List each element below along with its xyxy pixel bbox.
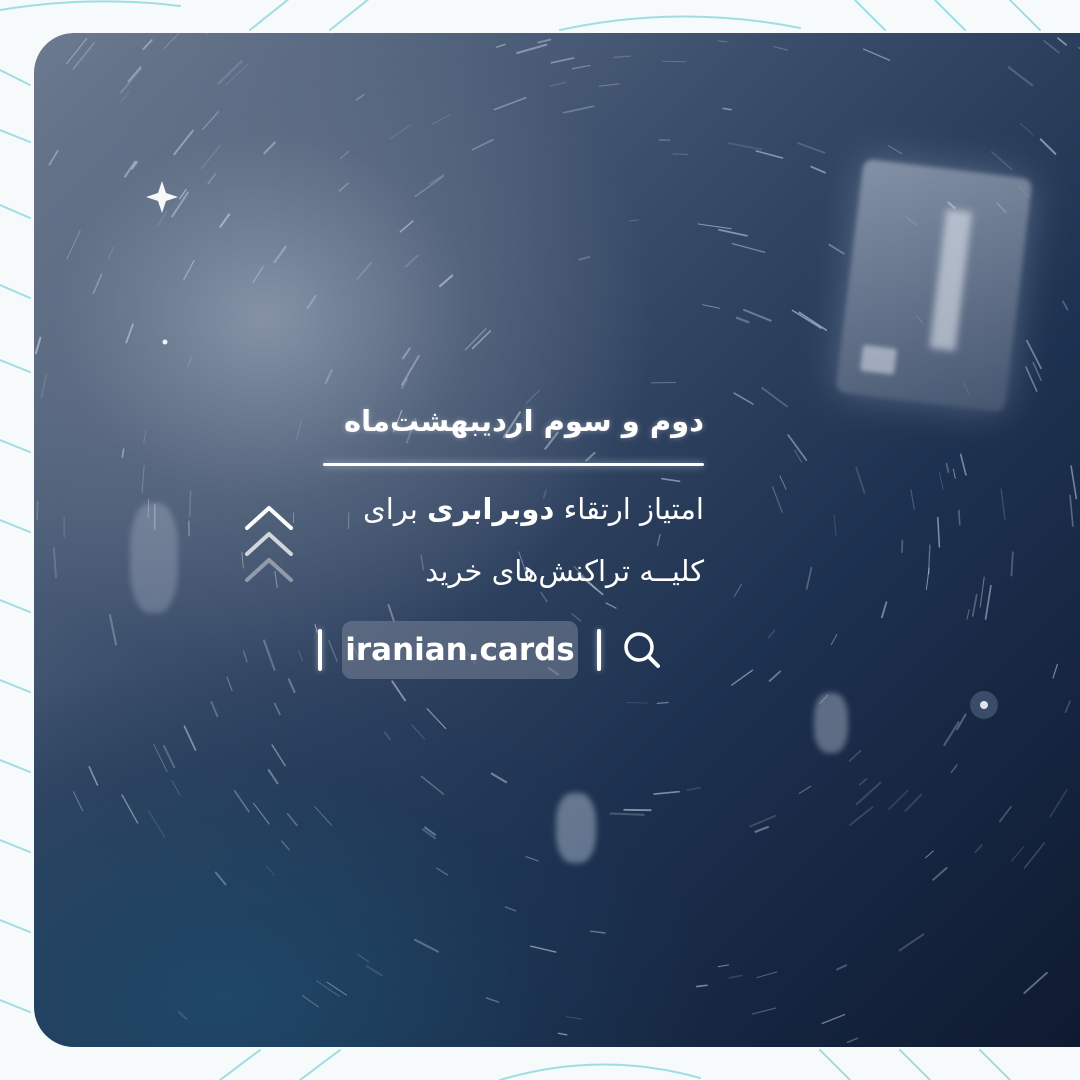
website-link[interactable]: iranian.cards <box>342 621 578 679</box>
separator-bar-left <box>318 629 322 671</box>
divider <box>323 463 704 466</box>
offer-line-1: امتیاز ارتقاء دوبرابری برای <box>363 492 704 526</box>
offer-prefix: امتیاز ارتقاء <box>563 492 704 526</box>
search-icon[interactable] <box>620 628 664 672</box>
promo-date: دوم و سوم اردیبهشت‌ماه <box>344 404 704 438</box>
offer-suffix: برای <box>363 492 418 526</box>
separator-bar-right <box>597 629 601 671</box>
triple-chevron-up-icon <box>245 506 293 582</box>
offer-line-2: کلیــه تراکنش‌های خرید <box>425 554 704 588</box>
offer-highlight: دوبرابری <box>427 492 555 526</box>
